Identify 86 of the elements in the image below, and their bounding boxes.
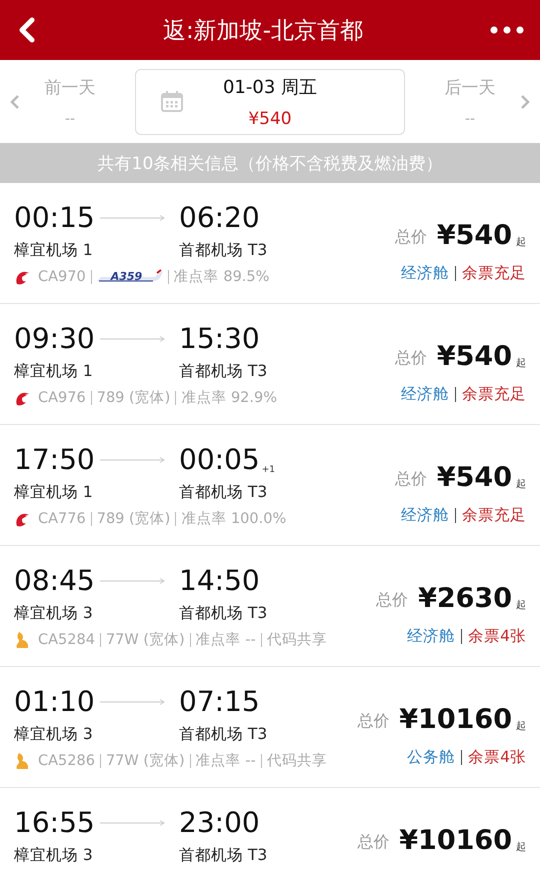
codeshare-label: 代码共享	[266, 752, 327, 770]
date-picker-button[interactable]: 01-03 周五 ¥540	[135, 68, 405, 134]
departure-time: 16:55	[14, 806, 95, 840]
total-price-label: 总价	[394, 469, 427, 490]
seat-availability: 余票4张	[468, 626, 526, 647]
departure-time: 08:45	[14, 564, 95, 598]
cabin-class: 经济舱	[401, 263, 449, 284]
cabin-class: 经济舱	[407, 626, 456, 647]
airline-logo-icon	[14, 630, 30, 648]
cabin-class: 经济舱	[401, 505, 449, 526]
price-from-label: 起	[516, 356, 526, 370]
price-from-label: 起	[516, 236, 526, 249]
next-day-mark: +1	[262, 465, 275, 475]
calendar-icon	[161, 91, 183, 112]
punctuality-rate: 准点率 --	[196, 630, 256, 649]
total-price-label: 总价	[357, 711, 390, 732]
flight-number: CA5284	[38, 632, 95, 648]
total-price-label: 总价	[394, 227, 427, 248]
price-from-label: 起	[516, 478, 526, 491]
departure-airport: 樟宜机场 1	[14, 361, 93, 382]
arrow-icon	[100, 457, 166, 463]
punctuality-rate: 准点率 100.0%	[181, 510, 286, 528]
back-icon[interactable]	[18, 17, 36, 43]
flight-number: CA5286	[38, 752, 95, 768]
punctuality-rate: 准点率 --	[196, 752, 256, 770]
arrival-time: 15:30	[179, 322, 260, 356]
total-price-label: 总价	[357, 832, 390, 853]
cabin-class: 经济舱	[401, 384, 449, 405]
arrival-time: 07:15	[179, 685, 260, 719]
selected-date-price: ¥540	[248, 108, 292, 128]
total-price-label: 总价	[394, 348, 427, 369]
seat-availability: 余票充足	[462, 263, 526, 284]
more-icon[interactable]	[490, 26, 524, 34]
cabin-class: 公务舱	[407, 747, 456, 768]
day-price: --	[464, 111, 476, 127]
price: ¥540	[436, 342, 512, 372]
arrival-time: 14:50	[179, 564, 260, 598]
selected-date: 01-03 周五	[222, 76, 318, 98]
price: ¥540	[436, 221, 512, 251]
flight-number: CA776	[38, 510, 86, 526]
seat-availability: 余票4张	[468, 747, 526, 768]
departure-time: 09:30	[14, 322, 95, 356]
arrival-airport: 首都机场 T3	[179, 603, 268, 624]
window-title: 返:新加坡-北京首都	[162, 16, 364, 46]
departure-airport: 樟宜机场 3	[14, 845, 93, 866]
codeshare-label: 代码共享	[266, 630, 327, 649]
price-from-label: 起	[516, 598, 526, 612]
price: ¥10160	[399, 826, 512, 856]
arrival-airport: 首都机场 T3	[179, 724, 268, 745]
day-price: --	[64, 111, 76, 127]
aircraft-type: 77W (宽体)	[106, 630, 185, 649]
price-from-label: 起	[516, 840, 526, 854]
arrival-time: 06:20	[179, 201, 260, 235]
seat-availability: 余票充足	[462, 384, 526, 405]
arrival-airport: 首都机场 T3	[179, 845, 268, 866]
arrow-icon	[100, 820, 166, 826]
flight-number: CA976	[38, 390, 86, 406]
aircraft-type: 789 (宽体)	[96, 510, 170, 528]
arrow-icon	[100, 215, 166, 221]
seat-availability: 余票充足	[462, 505, 526, 526]
airline-logo-icon	[14, 752, 30, 770]
price: ¥540	[436, 463, 512, 493]
aircraft-type: 789 (宽体)	[96, 388, 170, 407]
departure-airport: 樟宜机场 3	[14, 603, 93, 624]
total-price-label: 总价	[376, 590, 408, 611]
departure-airport: 樟宜机场 3	[14, 724, 93, 745]
arrival-time: 00:05	[179, 443, 260, 477]
price: ¥2630	[418, 584, 512, 614]
price: ¥10160	[399, 705, 512, 735]
flight-number: CA970	[38, 268, 86, 284]
arrival-airport: 首都机场 T3	[179, 482, 268, 503]
arrow-icon	[100, 336, 166, 342]
aircraft-type: 77W (宽体)	[106, 752, 185, 770]
arrival-time: 23:00	[179, 806, 260, 840]
arrow-icon	[100, 578, 166, 584]
departure-airport: 樟宜机场 1	[14, 240, 93, 261]
price-from-label: 起	[516, 720, 526, 733]
departure-time: 17:50	[14, 443, 95, 477]
arrival-airport: 首都机场 T3	[179, 361, 268, 382]
arrival-airport: 首都机场 T3	[179, 240, 268, 261]
punctuality-rate: 准点率 92.9%	[181, 388, 278, 407]
punctuality-rate: 准点率 89.5%	[174, 268, 270, 286]
departure-airport: 樟宜机场 1	[14, 482, 93, 503]
departure-time: 01:10	[14, 685, 95, 719]
departure-time: 00:15	[14, 201, 95, 235]
arrow-icon	[100, 699, 166, 705]
